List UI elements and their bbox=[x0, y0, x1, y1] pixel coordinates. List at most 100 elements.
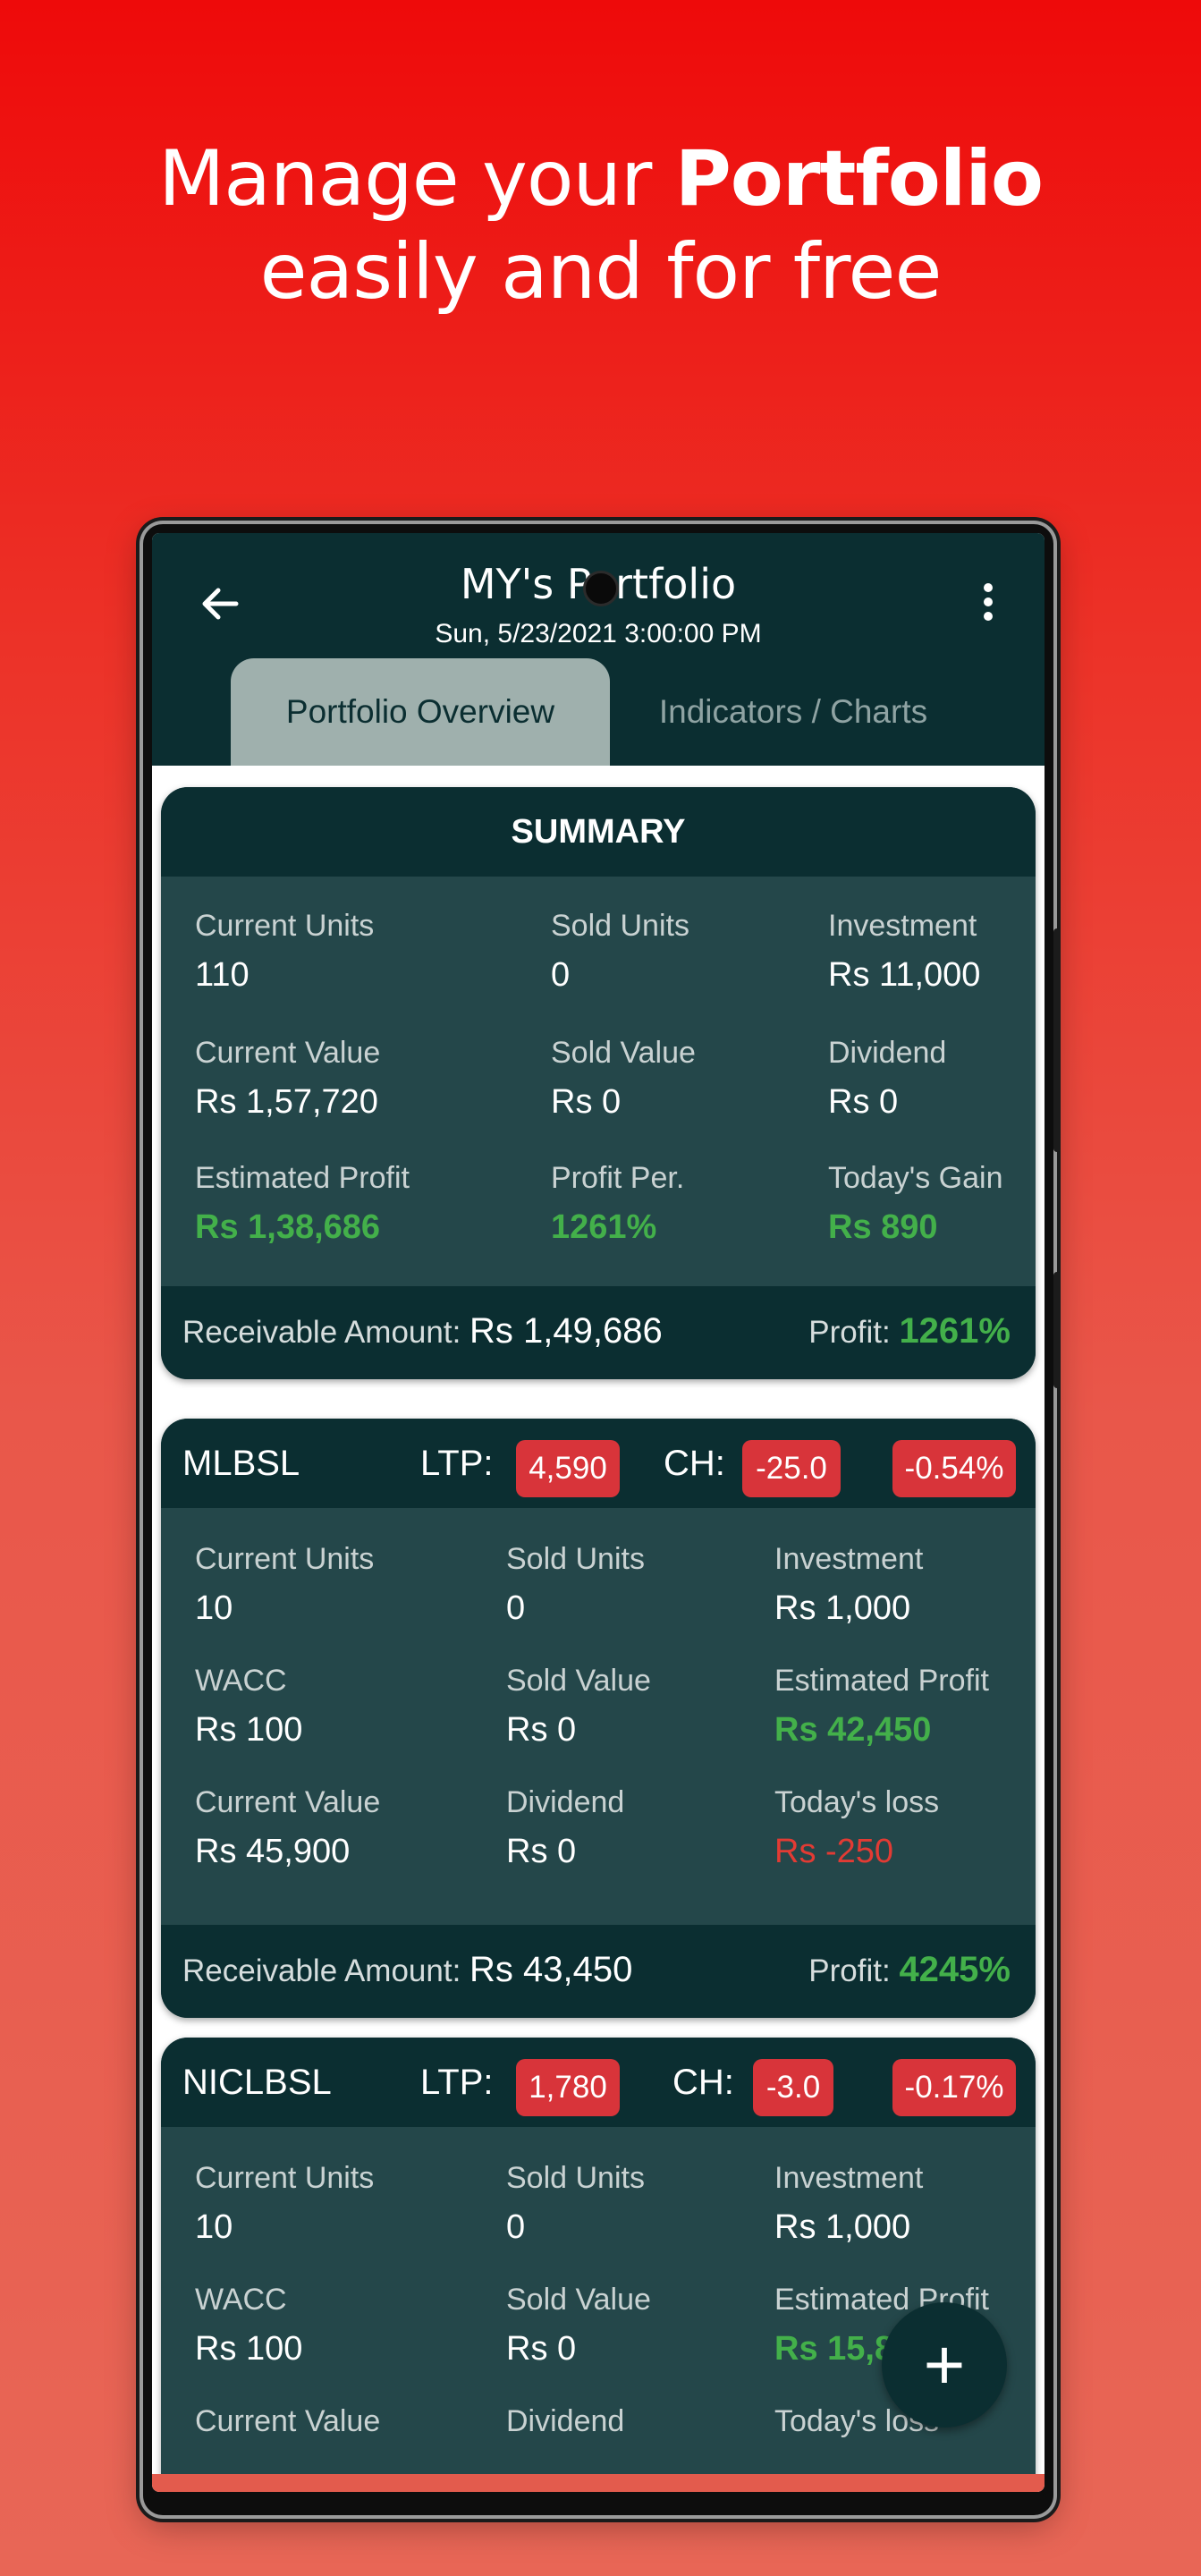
field-value: Rs 890 bbox=[828, 1208, 938, 1246]
bottom-accent-bar bbox=[152, 2474, 1045, 2492]
summary-investment: Investment Rs 11,000 bbox=[828, 907, 980, 998]
profit-summary: Profit: 1261% bbox=[808, 1311, 1011, 1352]
receivable-amount: Receivable Amount: Rs 43,450 bbox=[182, 1950, 632, 1990]
stock-wacc: WACC Rs 100 bbox=[195, 1662, 302, 1753]
field-label: Sold Value bbox=[551, 1036, 696, 1070]
page-subtitle-datetime: Sun, 5/23/2021 3:00:00 PM bbox=[435, 619, 762, 648]
field-value: Rs 0 bbox=[506, 1711, 577, 1749]
change-badge: -3.0 bbox=[753, 2059, 833, 2116]
profit-label: Profit: bbox=[808, 1315, 891, 1350]
summary-dividend: Dividend Rs 0 bbox=[828, 1034, 946, 1125]
ltp-badge: 4,590 bbox=[516, 1440, 620, 1497]
change-label: CH: bbox=[664, 1444, 725, 1483]
field-value: 110 bbox=[195, 956, 250, 994]
stock-sold-value: Sold Value Rs 0 bbox=[506, 1662, 651, 1753]
field-label: Current Value bbox=[195, 1785, 381, 1819]
field-label: Current Units bbox=[195, 909, 375, 943]
stock-current-value: Current Value bbox=[195, 2402, 380, 2440]
stock-symbol: NICLBSL bbox=[182, 2063, 332, 2102]
app-screen: MY's Portfolio Sun, 5/23/2021 3:00:00 PM… bbox=[152, 533, 1045, 2492]
field-value: Rs 1,000 bbox=[774, 2208, 911, 2246]
change-percent-badge: -0.54% bbox=[892, 1440, 1016, 1497]
summary-profit-percent: Profit Per. 1261% bbox=[551, 1159, 684, 1250]
field-value: Rs 1,57,720 bbox=[195, 1083, 378, 1121]
stock-dividend: Dividend bbox=[506, 2402, 624, 2440]
add-stock-button[interactable]: + bbox=[882, 2302, 1007, 2428]
stock-card[interactable]: MLBSL LTP: 4,590 CH: -25.0 -0.54% Curren… bbox=[161, 1419, 1036, 2018]
stock-card[interactable]: NICLBSL LTP: 1,780 CH: -3.0 -0.17% Curre… bbox=[161, 2038, 1036, 2492]
more-vertical-icon[interactable] bbox=[975, 578, 1002, 631]
stock-sold-units: Sold Units 0 bbox=[506, 1540, 645, 1631]
stock-todays-loss: Today's loss Rs -250 bbox=[774, 1784, 939, 1875]
stock-footer: Receivable Amount: Rs 43,450 Profit: 424… bbox=[161, 1925, 1036, 2018]
change-badge: -25.0 bbox=[742, 1440, 841, 1497]
field-value: 1261% bbox=[551, 1208, 657, 1246]
field-value: Rs 0 bbox=[828, 1083, 899, 1121]
field-label: Dividend bbox=[506, 2404, 625, 2438]
receivable-amount: Receivable Amount: Rs 1,49,686 bbox=[182, 1311, 663, 1352]
stock-estimated-profit: Estimated Profit Rs 42,450 bbox=[774, 1662, 989, 1753]
stock-dividend: Dividend Rs 0 bbox=[506, 1784, 624, 1875]
field-label: Dividend bbox=[506, 1785, 625, 1819]
stock-sold-units: Sold Units 0 bbox=[506, 2159, 645, 2250]
field-label: Today's loss bbox=[774, 1785, 940, 1819]
summary-card: SUMMARY Current Units 110 Sold Units 0 I… bbox=[161, 787, 1036, 1379]
field-label: Investment bbox=[828, 909, 977, 943]
stock-header: NICLBSL LTP: 1,780 CH: -3.0 -0.17% bbox=[161, 2038, 1036, 2127]
field-value: Rs 1,000 bbox=[774, 1589, 911, 1627]
stock-current-units: Current Units 10 bbox=[195, 2159, 374, 2250]
field-value: Rs 0 bbox=[506, 2330, 577, 2368]
change-label: CH: bbox=[672, 2063, 734, 2102]
summary-current-units: Current Units 110 bbox=[195, 907, 374, 998]
field-label: WACC bbox=[195, 1664, 287, 1698]
receivable-value: Rs 43,450 bbox=[469, 1950, 633, 1989]
ltp-label: LTP: bbox=[420, 2063, 494, 2102]
field-label: Estimated Profit bbox=[195, 1161, 410, 1195]
promo-line2: easily and for free bbox=[259, 227, 943, 317]
receivable-value: Rs 1,49,686 bbox=[469, 1311, 663, 1351]
receivable-label: Receivable Amount: bbox=[182, 1953, 461, 1988]
field-label: Investment bbox=[774, 1542, 924, 1576]
tab-indicators-charts[interactable]: Indicators / Charts bbox=[610, 658, 977, 766]
camera-cutout bbox=[583, 571, 619, 606]
field-value: Rs 1,38,686 bbox=[195, 1208, 381, 1246]
field-label: Current Value bbox=[195, 2404, 381, 2438]
stock-investment: Investment Rs 1,000 bbox=[774, 1540, 923, 1631]
phone-frame: MY's Portfolio Sun, 5/23/2021 3:00:00 PM… bbox=[143, 524, 1061, 2515]
tab-portfolio-overview[interactable]: Portfolio Overview bbox=[231, 658, 610, 766]
field-label: Estimated Profit bbox=[774, 1664, 989, 1698]
field-label: Dividend bbox=[828, 1036, 947, 1070]
plus-icon: + bbox=[923, 2325, 966, 2404]
summary-header: SUMMARY bbox=[161, 787, 1036, 877]
power-button bbox=[1053, 1272, 1061, 1388]
field-label: Profit Per. bbox=[551, 1161, 685, 1195]
stock-sold-value: Sold Value Rs 0 bbox=[506, 2281, 651, 2372]
field-label: Sold Units bbox=[551, 909, 689, 943]
field-value: 10 bbox=[195, 2208, 233, 2246]
app-bar: MY's Portfolio Sun, 5/23/2021 3:00:00 PM… bbox=[152, 533, 1045, 766]
field-value: Rs 100 bbox=[195, 2330, 303, 2368]
ltp-badge: 1,780 bbox=[516, 2059, 620, 2116]
field-label: Current Value bbox=[195, 1036, 381, 1070]
field-label: Sold Value bbox=[506, 1664, 651, 1698]
summary-todays-gain: Today's Gain Rs 890 bbox=[828, 1159, 1002, 1250]
receivable-label: Receivable Amount: bbox=[182, 1315, 461, 1350]
stock-current-value: Current Value Rs 45,900 bbox=[195, 1784, 380, 1875]
stock-investment: Investment Rs 1,000 bbox=[774, 2159, 923, 2250]
field-label: Sold Value bbox=[506, 2283, 651, 2317]
field-value: Rs 11,000 bbox=[828, 956, 981, 994]
field-value: 10 bbox=[195, 1589, 233, 1627]
field-value: Rs 0 bbox=[551, 1083, 622, 1121]
field-label: Sold Units bbox=[506, 2161, 645, 2195]
stock-symbol: MLBSL bbox=[182, 1444, 300, 1483]
stock-header: MLBSL LTP: 4,590 CH: -25.0 -0.54% bbox=[161, 1419, 1036, 1508]
field-value: Rs 45,900 bbox=[195, 1833, 351, 1870]
field-label: Sold Units bbox=[506, 1542, 645, 1576]
field-label: WACC bbox=[195, 2283, 287, 2317]
summary-estimated-profit: Estimated Profit Rs 1,38,686 bbox=[195, 1159, 410, 1250]
promo-headline: Manage your Portfolio easily and for fre… bbox=[0, 132, 1201, 318]
field-label: Investment bbox=[774, 2161, 924, 2195]
field-value: Rs 100 bbox=[195, 1711, 303, 1749]
stock-current-units: Current Units 10 bbox=[195, 1540, 374, 1631]
field-value: Rs 0 bbox=[506, 1833, 577, 1870]
